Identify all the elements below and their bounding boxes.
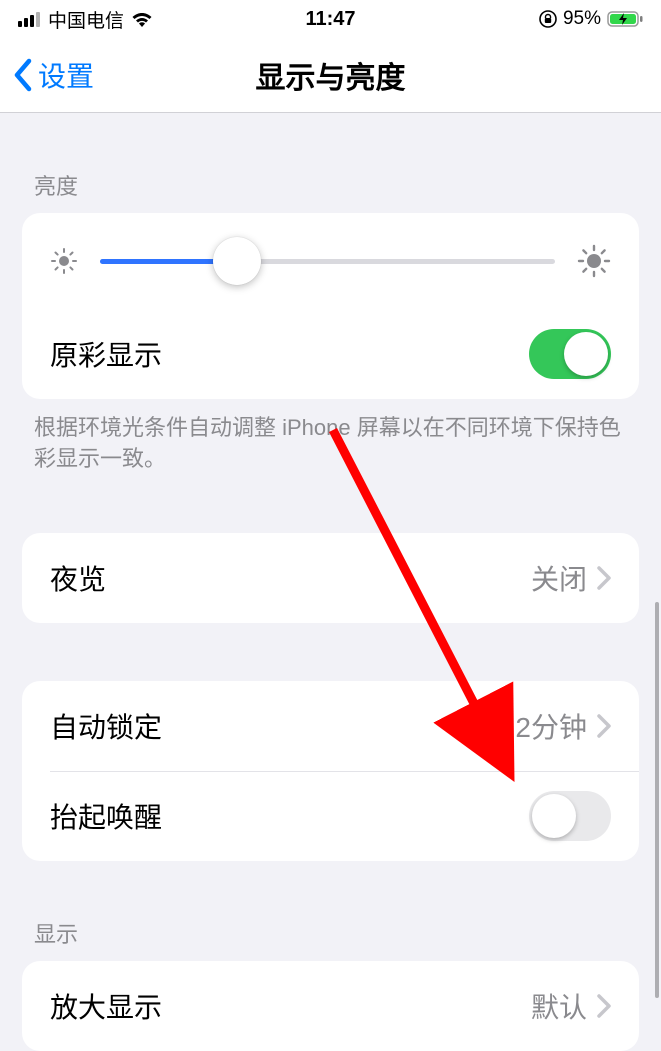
group-night-shift: 夜览 关闭 [22,533,639,623]
true-tone-label: 原彩显示 [50,334,162,374]
battery-charging-icon [607,10,643,28]
carrier-label: 中国电信 [48,6,124,33]
raise-to-wake-label: 抬起唤醒 [50,796,162,836]
cellular-signal-icon [18,11,42,27]
group-lock: 自动锁定 2分钟 抬起唤醒 [22,681,639,861]
cell-true-tone: 原彩显示 [22,309,639,399]
brightness-slider[interactable] [100,259,555,264]
raise-to-wake-toggle[interactable] [529,791,611,841]
group-brightness: 原彩显示 [22,213,639,399]
toggle-thumb [564,332,608,376]
back-label: 设置 [38,55,94,95]
scrollbar-indicator [655,602,659,998]
sun-bright-icon [577,244,611,278]
content-scroll[interactable]: 亮度 [0,113,661,1051]
sun-dim-icon [50,247,78,275]
chevron-right-icon [597,714,611,738]
cell-night-shift[interactable]: 夜览 关闭 [22,533,639,623]
status-right: 95% [539,8,643,30]
group-display-zoom: 放大显示 默认 [22,961,639,1051]
status-time: 11:47 [305,8,355,31]
status-left: 中国电信 [18,6,154,33]
chevron-right-icon [597,994,611,1018]
status-bar: 中国电信 11:47 95% [0,0,661,38]
auto-lock-label: 自动锁定 [50,706,162,746]
back-button[interactable]: 设置 [0,55,94,95]
section-header-display: 显示 [0,861,661,961]
cell-auto-lock[interactable]: 自动锁定 2分钟 [22,681,639,771]
section-header-brightness: 亮度 [0,113,661,213]
cell-display-zoom[interactable]: 放大显示 默认 [22,961,639,1051]
nav-header: 设置 显示与亮度 [0,38,661,113]
toggle-thumb [532,794,576,838]
section-footer-true-tone: 根据环境光条件自动调整 iPhone 屏幕以在不同环境下保持色彩显示一致。 [0,399,661,475]
wifi-icon [130,10,154,28]
page-title: 显示与亮度 [256,53,406,97]
battery-percent-label: 95% [563,8,601,30]
auto-lock-value: 2分钟 [515,706,587,746]
night-shift-label: 夜览 [50,558,106,598]
brightness-slider-row [22,213,639,309]
orientation-lock-icon [539,10,557,28]
chevron-right-icon [597,566,611,590]
chevron-left-icon [12,57,34,93]
night-shift-value: 关闭 [531,558,587,598]
cell-raise-to-wake: 抬起唤醒 [22,771,639,861]
slider-thumb[interactable] [213,237,261,285]
true-tone-toggle[interactable] [529,329,611,379]
